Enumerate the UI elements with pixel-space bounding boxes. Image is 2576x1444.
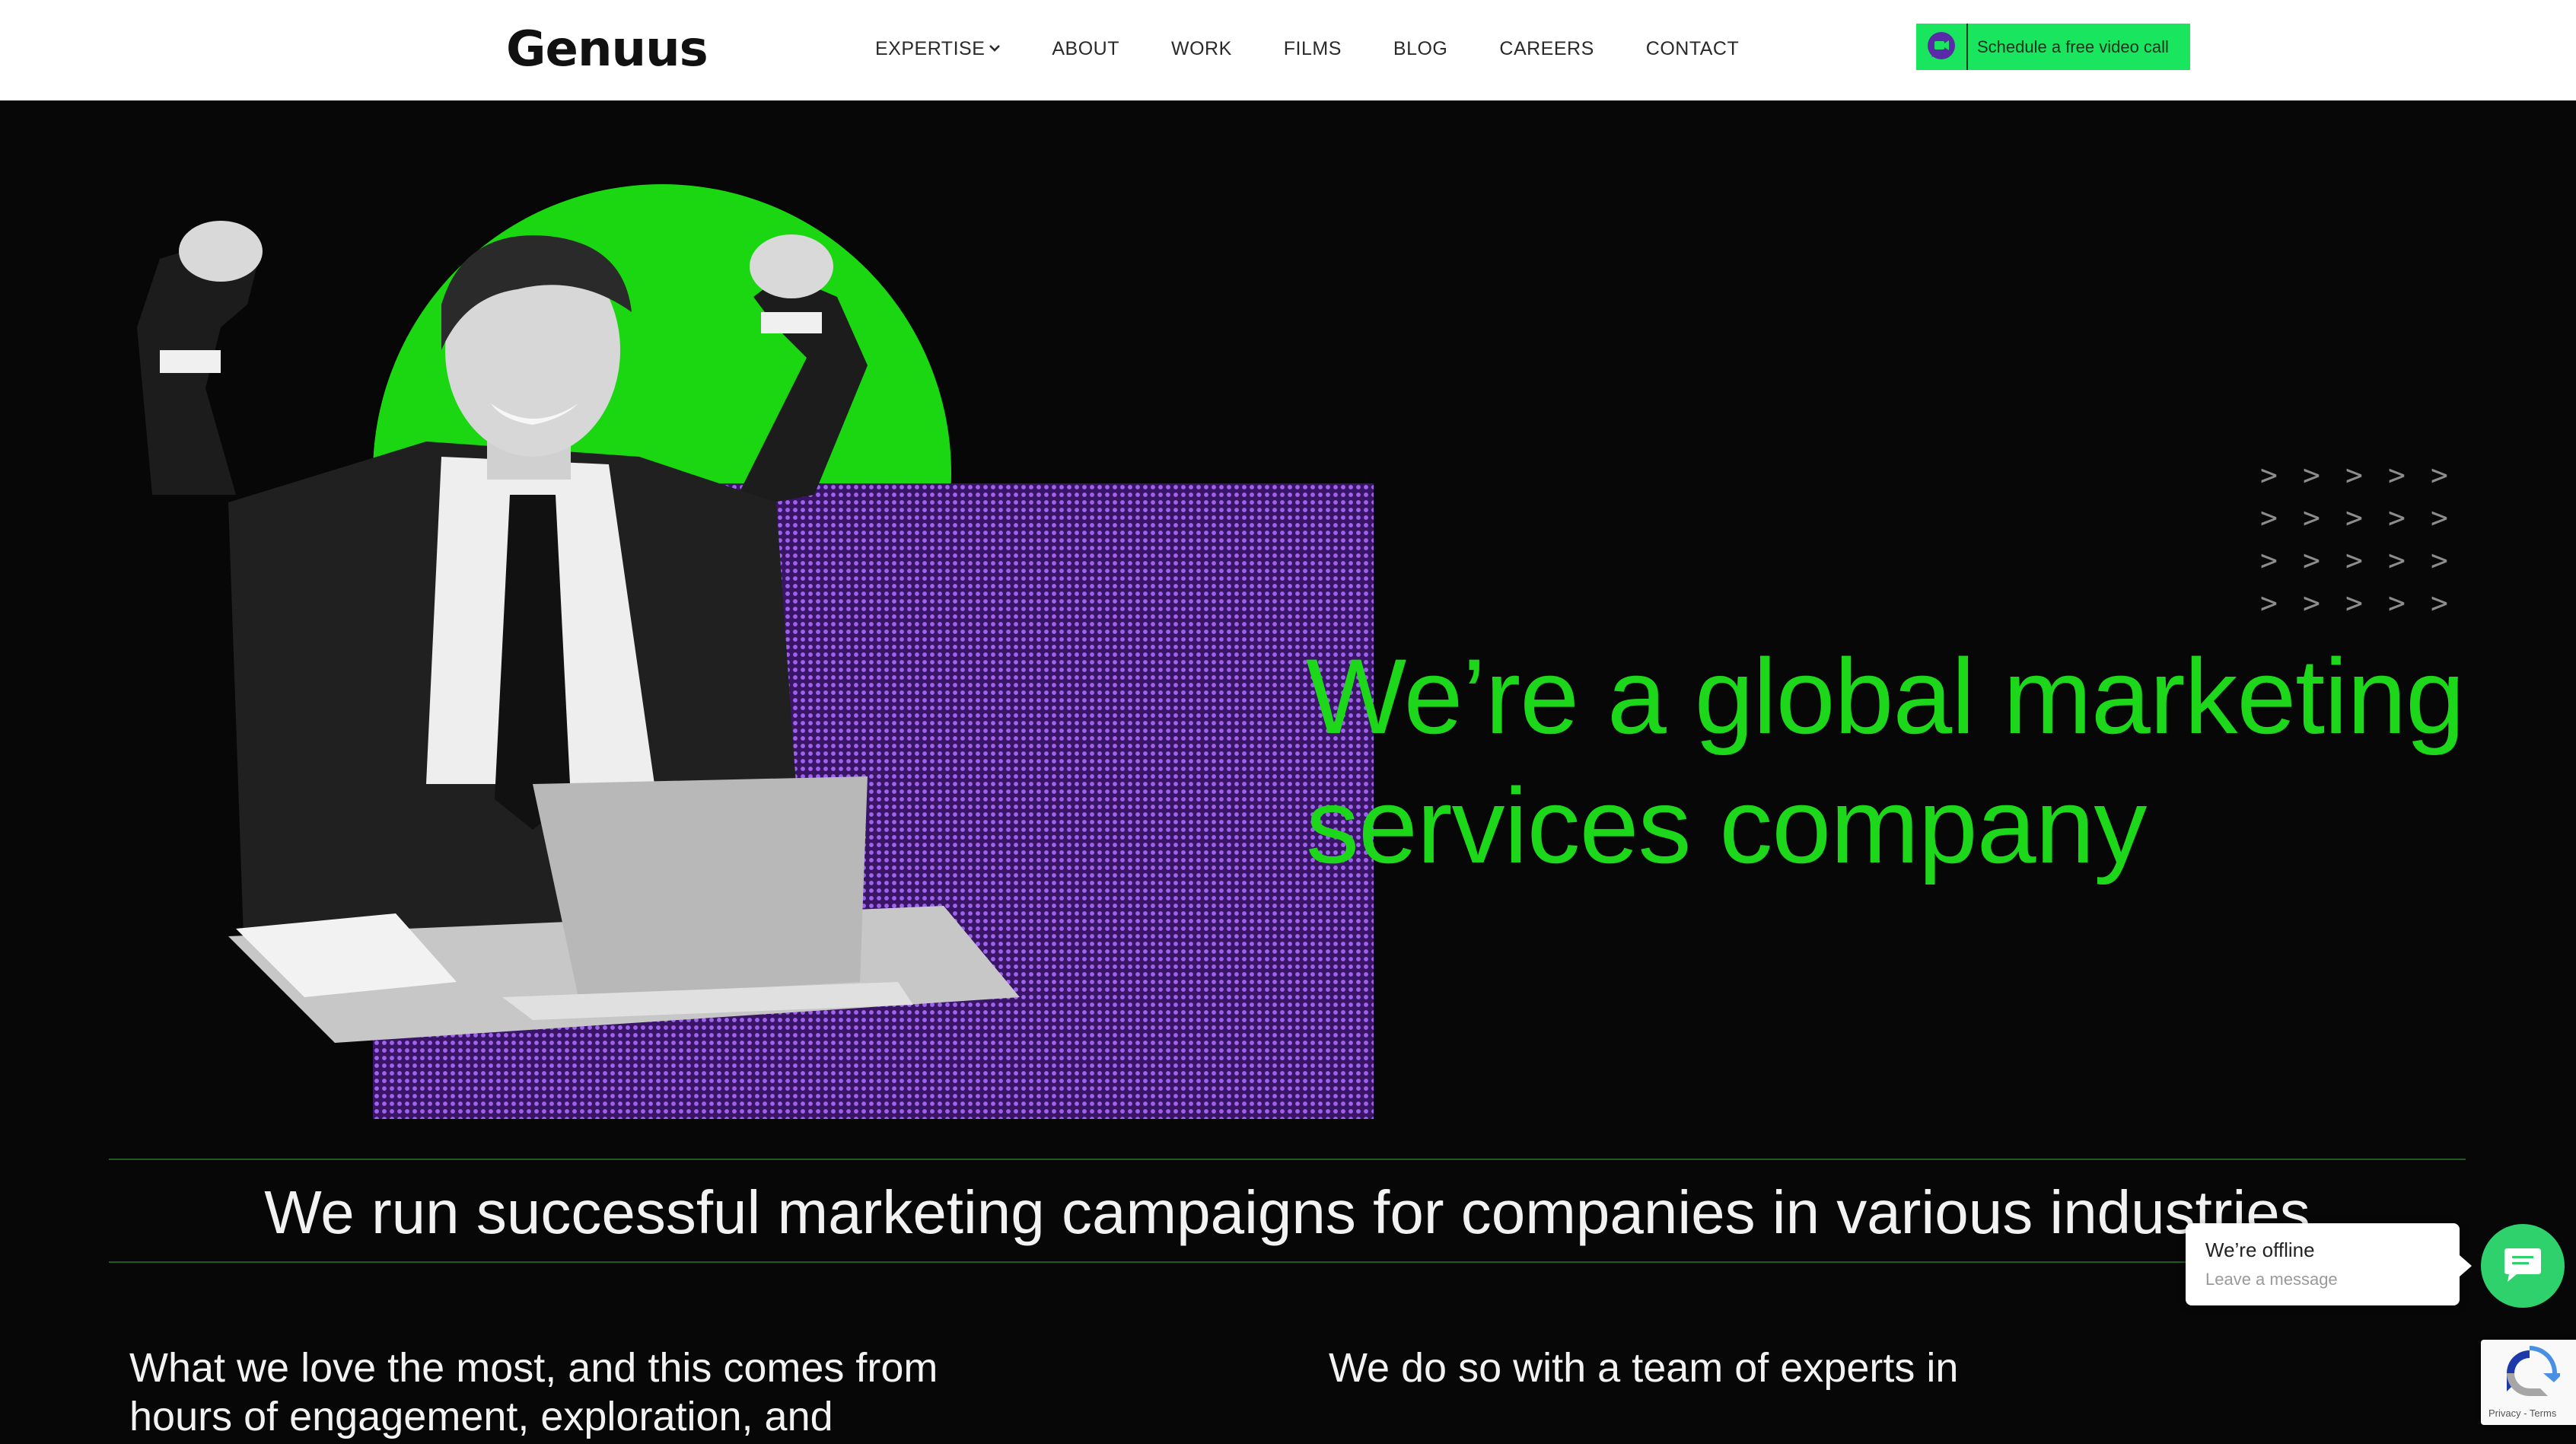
celebrating-businessman-image bbox=[137, 221, 1020, 1043]
intro-left-line-2: hours of engagement, exploration, and bbox=[129, 1394, 833, 1439]
arrow-glyph: > bbox=[2388, 543, 2406, 577]
arrow-glyph: > bbox=[2260, 586, 2278, 620]
nav-item-label: CAREERS bbox=[1499, 37, 1594, 59]
arrow-glyph: > bbox=[2345, 458, 2363, 492]
nav-item-films[interactable]: FILMS bbox=[1284, 38, 1342, 60]
hero-headline: We’re a global marketing services compan… bbox=[1306, 632, 2508, 891]
headline-line-1: We’re a global marketing bbox=[1306, 636, 2465, 756]
tagline-heading: We run successful marketing campaigns fo… bbox=[264, 1178, 2310, 1246]
chat-leave-message: Leave a message bbox=[2205, 1270, 2338, 1289]
nav-item-work[interactable]: WORK bbox=[1171, 38, 1232, 60]
decorative-arrows-grid: > > > > > > > > > > > > > > > > > > > > bbox=[2260, 459, 2473, 619]
nav-item-label: WORK bbox=[1171, 37, 1232, 59]
recaptcha-icon bbox=[2507, 1346, 2560, 1396]
chat-launcher-button[interactable] bbox=[2481, 1224, 2565, 1308]
intro-right-paragraph: We do so with a team of experts in bbox=[1329, 1344, 2318, 1392]
intro-right-line-1: We do so with a team of experts in bbox=[1329, 1345, 1959, 1391]
arrow-glyph: > bbox=[2260, 458, 2278, 492]
arrow-glyph: > bbox=[2345, 501, 2363, 534]
intro-left-line-1: What we love the most, and this comes fr… bbox=[129, 1345, 938, 1391]
intro-left-paragraph: What we love the most, and this comes fr… bbox=[129, 1344, 1119, 1441]
recaptcha-badge[interactable]: Privacy - Terms bbox=[2481, 1340, 2576, 1425]
nav-item-about[interactable]: ABOUT bbox=[1052, 38, 1119, 60]
chat-status-title: We’re offline bbox=[2205, 1238, 2315, 1261]
recaptcha-privacy-terms[interactable]: Privacy - Terms bbox=[2488, 1407, 2556, 1419]
video-chat-icon bbox=[1916, 24, 1968, 70]
nav-item-label: ABOUT bbox=[1052, 37, 1119, 59]
nav-item-label: FILMS bbox=[1283, 37, 1342, 59]
nav-item-label: CONTACT bbox=[1645, 37, 1740, 59]
arrow-glyph: > bbox=[2431, 543, 2448, 577]
chat-icon bbox=[2504, 1248, 2541, 1282]
arrow-glyph: > bbox=[2431, 586, 2448, 620]
genuus-logo[interactable]: Genuus bbox=[506, 23, 708, 76]
cta-label: Schedule a free video call bbox=[1977, 37, 2169, 56]
arrow-glyph: > bbox=[2431, 458, 2448, 492]
nav-item-blog[interactable]: BLOG bbox=[1393, 38, 1447, 60]
arrow-glyph: > bbox=[2388, 586, 2406, 620]
nav-item-label: EXPERTISE bbox=[875, 37, 986, 59]
arrow-glyph: > bbox=[2303, 586, 2320, 620]
arrow-glyph: > bbox=[2431, 501, 2448, 534]
divider-bottom bbox=[109, 1261, 2466, 1263]
nav-item-careers[interactable]: CAREERS bbox=[1499, 38, 1594, 60]
arrow-glyph: > bbox=[2388, 501, 2406, 534]
arrow-glyph: > bbox=[2260, 543, 2278, 577]
arrow-glyph: > bbox=[2303, 543, 2320, 577]
chat-offline-bubble[interactable]: We’re offline Leave a message bbox=[2186, 1223, 2472, 1305]
arrow-glyph: > bbox=[2345, 586, 2363, 620]
schedule-video-call-button[interactable]: Schedule a free video call bbox=[1916, 24, 2190, 70]
main-nav: EXPERTISE ABOUT WORK FILMS BLOG CAREERS … bbox=[875, 33, 1791, 64]
arrow-glyph: > bbox=[2303, 501, 2320, 534]
divider-top bbox=[109, 1159, 2466, 1160]
arrow-glyph: > bbox=[2260, 501, 2278, 534]
headline-line-2: services company bbox=[1306, 766, 2147, 885]
hero-illustration bbox=[107, 175, 1374, 1119]
top-navigation-bar: Genuus EXPERTISE ABOUT WORK FILMS BLOG C… bbox=[0, 0, 2576, 100]
nav-item-expertise[interactable]: EXPERTISE bbox=[875, 37, 1001, 60]
nav-item-contact[interactable]: CONTACT bbox=[1646, 38, 1739, 60]
arrow-glyph: > bbox=[2345, 543, 2363, 577]
nav-item-label: BLOG bbox=[1393, 37, 1448, 59]
chevron-down-icon bbox=[989, 42, 1001, 56]
arrow-glyph: > bbox=[2303, 458, 2320, 492]
arrow-glyph: > bbox=[2388, 458, 2406, 492]
